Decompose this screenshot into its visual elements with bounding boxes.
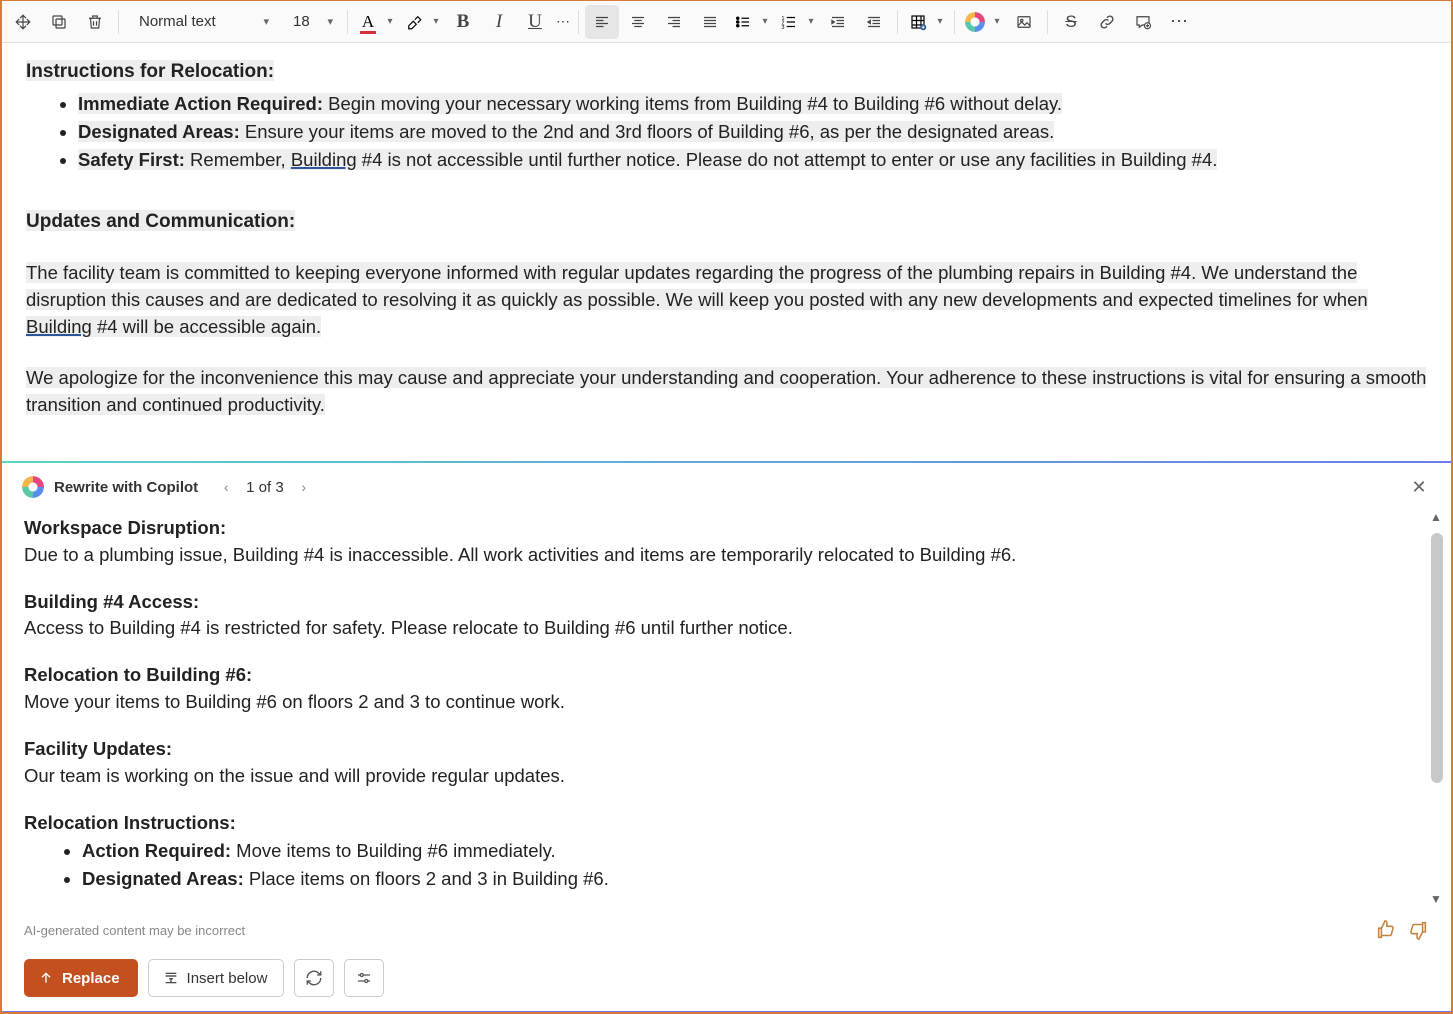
toolbar-overflow-button[interactable]: ⋯ — [1162, 5, 1196, 39]
scroll-up-button[interactable]: ▲ — [1427, 509, 1445, 527]
suggestion-counter: 1 of 3 — [246, 479, 284, 496]
copilot-panel-title: Rewrite with Copilot — [54, 479, 198, 496]
comment-button[interactable] — [1126, 5, 1160, 39]
delete-icon[interactable] — [78, 5, 112, 39]
regenerate-button[interactable] — [294, 959, 334, 997]
image-button[interactable] — [1007, 5, 1041, 39]
copilot-rewrite-panel: Rewrite with Copilot ‹ 1 of 3 › ✕ ▲ ▼ Wo… — [2, 462, 1451, 1012]
indent-decrease-button[interactable] — [857, 5, 891, 39]
heading-updates: Updates and Communication: — [26, 211, 295, 232]
bold-button[interactable]: B — [446, 5, 480, 39]
more-font-button[interactable]: ⋯ — [554, 5, 572, 39]
chevron-down-icon: ▾ — [327, 15, 333, 28]
suggestion-heading: Building #4 Access: — [24, 589, 1423, 616]
chevron-down-icon: ▾ — [989, 16, 1005, 27]
next-suggestion-button[interactable]: › — [292, 475, 316, 499]
spellcheck-word[interactable]: Building — [291, 149, 357, 170]
align-left-button[interactable] — [585, 5, 619, 39]
chevron-down-icon: ▾ — [428, 16, 444, 27]
document-area[interactable]: Instructions for Relocation: Immediate A… — [2, 43, 1451, 462]
thumbs-up-button[interactable] — [1375, 919, 1397, 941]
copy-icon[interactable] — [42, 5, 76, 39]
ai-disclaimer: AI-generated content may be incorrect — [24, 923, 1365, 950]
thumbs-down-button[interactable] — [1407, 919, 1429, 941]
italic-button[interactable]: I — [482, 5, 516, 39]
suggestion-heading: Relocation to Building #6: — [24, 662, 1423, 689]
link-button[interactable] — [1090, 5, 1124, 39]
suggestion-heading: Relocation Instructions: — [24, 810, 1423, 837]
copilot-suggestion-body: ▲ ▼ Workspace Disruption: Due to a plumb… — [2, 505, 1451, 913]
paragraph-style-dropdown[interactable]: Normal text ▾ — [125, 5, 279, 39]
copilot-icon — [22, 476, 44, 498]
align-right-button[interactable] — [657, 5, 691, 39]
table-button[interactable]: ▾ — [904, 5, 948, 39]
align-center-button[interactable] — [621, 5, 655, 39]
svg-text:3: 3 — [782, 24, 785, 30]
prev-suggestion-button[interactable]: ‹ — [214, 475, 238, 499]
chevron-down-icon: ▾ — [263, 15, 269, 28]
indent-increase-button[interactable] — [821, 5, 855, 39]
spellcheck-word[interactable]: Building — [26, 316, 92, 337]
heading-instructions: Instructions for Relocation: — [26, 61, 274, 82]
scroll-down-button[interactable]: ▼ — [1427, 891, 1445, 909]
suggestion-text: Move your items to Building #6 on floors… — [24, 689, 1423, 716]
suggestion-heading: Workspace Disruption: — [24, 515, 1423, 542]
list-item: Designated Areas: Ensure your items are … — [78, 118, 1427, 145]
underline-button[interactable]: U — [518, 5, 552, 39]
paragraph-style-label: Normal text — [139, 13, 216, 30]
toolbar: Normal text ▾ 18 ▾ A ▾ ▾ B I U ⋯ ▾ 123 — [2, 1, 1451, 43]
strikethrough-button[interactable]: S — [1054, 5, 1088, 39]
copilot-icon — [965, 12, 985, 32]
chevron-down-icon: ▾ — [932, 16, 948, 27]
font-color-button[interactable]: A ▾ — [354, 5, 398, 39]
suggestion-heading: Facility Updates: — [24, 736, 1423, 763]
adjust-button[interactable] — [344, 959, 384, 997]
copilot-toolbar-button[interactable]: ▾ — [961, 5, 1005, 39]
paragraph: The facility team is committed to keepin… — [26, 259, 1427, 340]
suggestion-text: Due to a plumbing issue, Building #4 is … — [24, 542, 1423, 569]
font-size-dropdown[interactable]: 18 ▾ — [281, 5, 341, 39]
highlight-color-button[interactable]: ▾ — [400, 5, 444, 39]
numbered-list-button[interactable]: 123 ▾ — [775, 5, 819, 39]
scrollbar-thumb[interactable] — [1431, 533, 1443, 783]
chevron-down-icon: ▾ — [382, 16, 398, 27]
replace-button[interactable]: Replace — [24, 959, 138, 997]
list-item: Safety First: Remember, Building #4 is n… — [78, 146, 1427, 173]
align-justify-button[interactable] — [693, 5, 727, 39]
insert-below-button[interactable]: Insert below — [148, 959, 285, 997]
suggestion-text: Access to Building #4 is restricted for … — [24, 615, 1423, 642]
suggestion-text: Our team is working on the issue and wil… — [24, 763, 1423, 790]
list-item: Immediate Action Required: Begin moving … — [78, 90, 1427, 117]
paragraph: We apologize for the inconvenience this … — [26, 364, 1427, 418]
chevron-down-icon: ▾ — [803, 16, 819, 27]
bullet-list-button[interactable]: ▾ — [729, 5, 773, 39]
list-item: Action Required: Move items to Building … — [82, 838, 1423, 865]
move-icon[interactable] — [6, 5, 40, 39]
close-button[interactable]: ✕ — [1405, 473, 1433, 501]
instructions-list: Immediate Action Required: Begin moving … — [26, 90, 1427, 173]
chevron-down-icon: ▾ — [757, 16, 773, 27]
list-item: Designated Areas: Place items on floors … — [82, 866, 1423, 893]
font-size-value: 18 — [293, 13, 310, 30]
